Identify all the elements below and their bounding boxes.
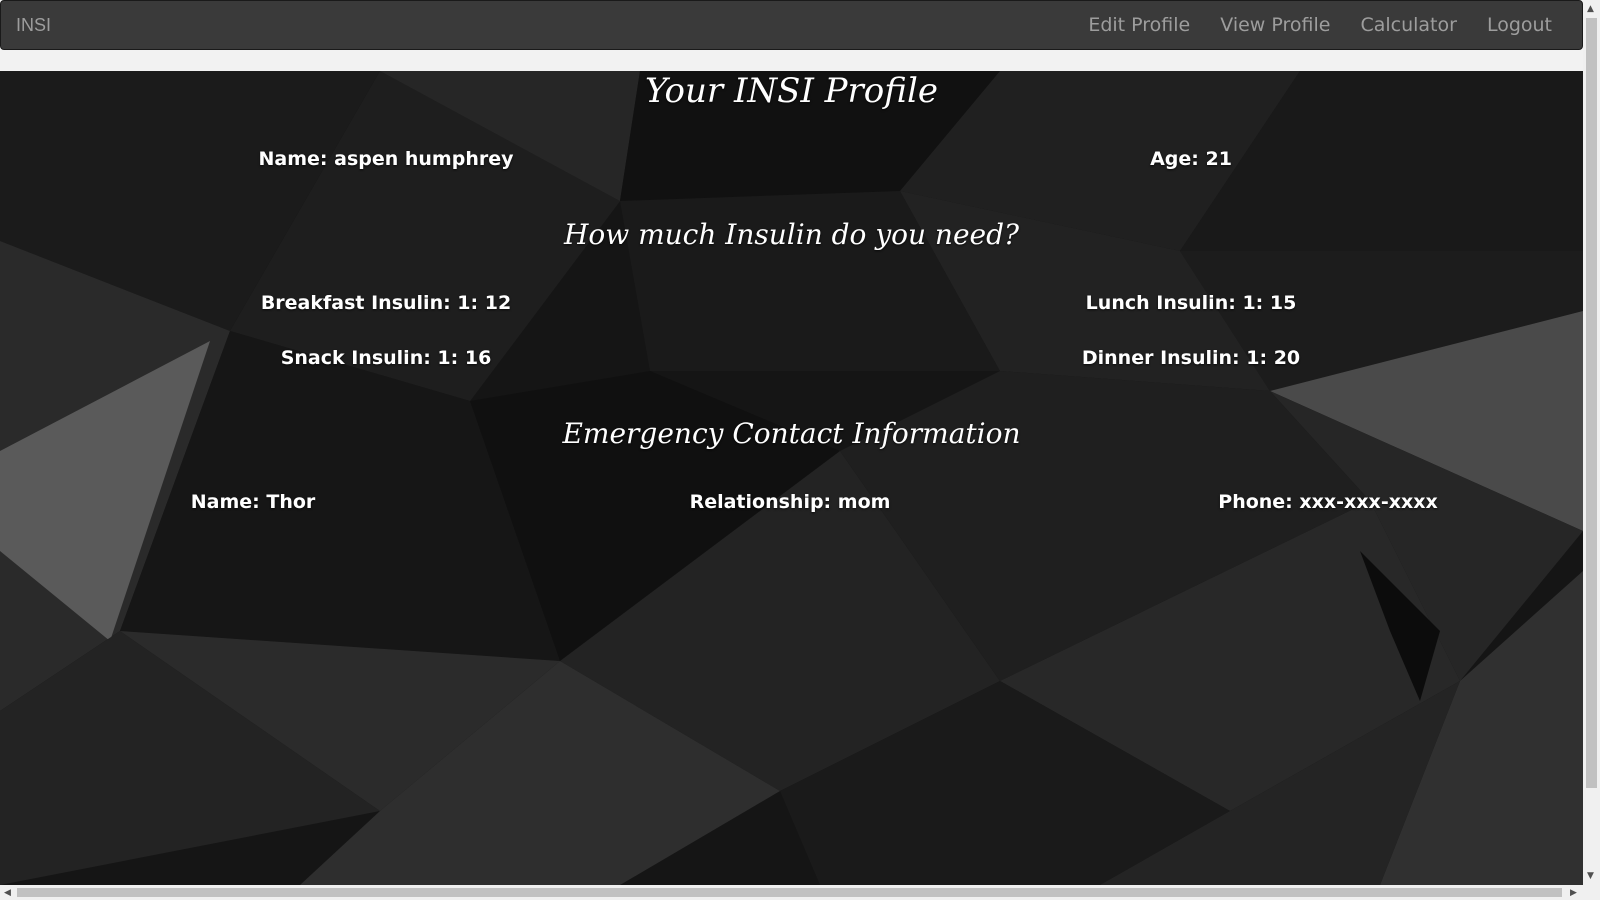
profile-age-value: 21 xyxy=(1205,148,1232,170)
brand-link[interactable]: INSI xyxy=(16,15,51,36)
insulin-heading: How much Insulin do you need? xyxy=(563,218,1020,251)
breakfast-insulin: Breakfast Insulin: 1: 12 xyxy=(260,292,512,314)
lunch-insulin: Lunch Insulin: 1: 15 xyxy=(1085,292,1297,314)
top-navbar: INSI Edit Profile View Profile Calculato… xyxy=(0,0,1583,50)
nav-links: Edit Profile View Profile Calculator Log… xyxy=(1058,14,1552,36)
vertical-scrollbar[interactable]: ▲ ▼ xyxy=(1583,0,1600,885)
snack-insulin: Snack Insulin: 1: 16 xyxy=(280,347,492,369)
scroll-down-icon[interactable]: ▼ xyxy=(1587,871,1594,881)
navbar-gap xyxy=(0,50,1583,71)
nav-calculator[interactable]: Calculator xyxy=(1360,14,1456,36)
profile-name: Name: aspen humphrey xyxy=(258,148,513,170)
emergency-relationship: Relationship: mom xyxy=(689,491,891,513)
dinner-insulin: Dinner Insulin: 1: 20 xyxy=(1081,347,1301,369)
page-title: Your INSI Profile xyxy=(645,71,938,111)
scroll-up-icon[interactable]: ▲ xyxy=(1587,4,1594,14)
scroll-right-icon[interactable]: ▶ xyxy=(1570,888,1577,898)
emergency-phone: Phone: xxx-xxx-xxxx xyxy=(1218,491,1438,513)
emergency-name: Name: Thor xyxy=(190,491,316,513)
profile-section: Your INSI Profile Name: aspen humphrey A… xyxy=(0,71,1583,885)
horizontal-scrollbar[interactable]: ◀ ▶ xyxy=(0,885,1600,900)
profile-age-label: Age: xyxy=(1150,148,1199,170)
profile-content: Your INSI Profile Name: aspen humphrey A… xyxy=(0,71,1583,885)
scroll-left-icon[interactable]: ◀ xyxy=(4,888,11,898)
emergency-heading: Emergency Contact Information xyxy=(562,417,1021,450)
horizontal-scroll-thumb[interactable] xyxy=(17,888,1562,897)
nav-edit-profile[interactable]: Edit Profile xyxy=(1088,14,1190,36)
nav-view-profile[interactable]: View Profile xyxy=(1220,14,1330,36)
profile-name-value: aspen humphrey xyxy=(334,148,514,170)
vertical-scroll-thumb[interactable] xyxy=(1586,18,1597,788)
nav-logout[interactable]: Logout xyxy=(1487,14,1552,36)
profile-name-label: Name: xyxy=(258,148,328,170)
profile-age: Age: 21 xyxy=(1150,148,1232,170)
